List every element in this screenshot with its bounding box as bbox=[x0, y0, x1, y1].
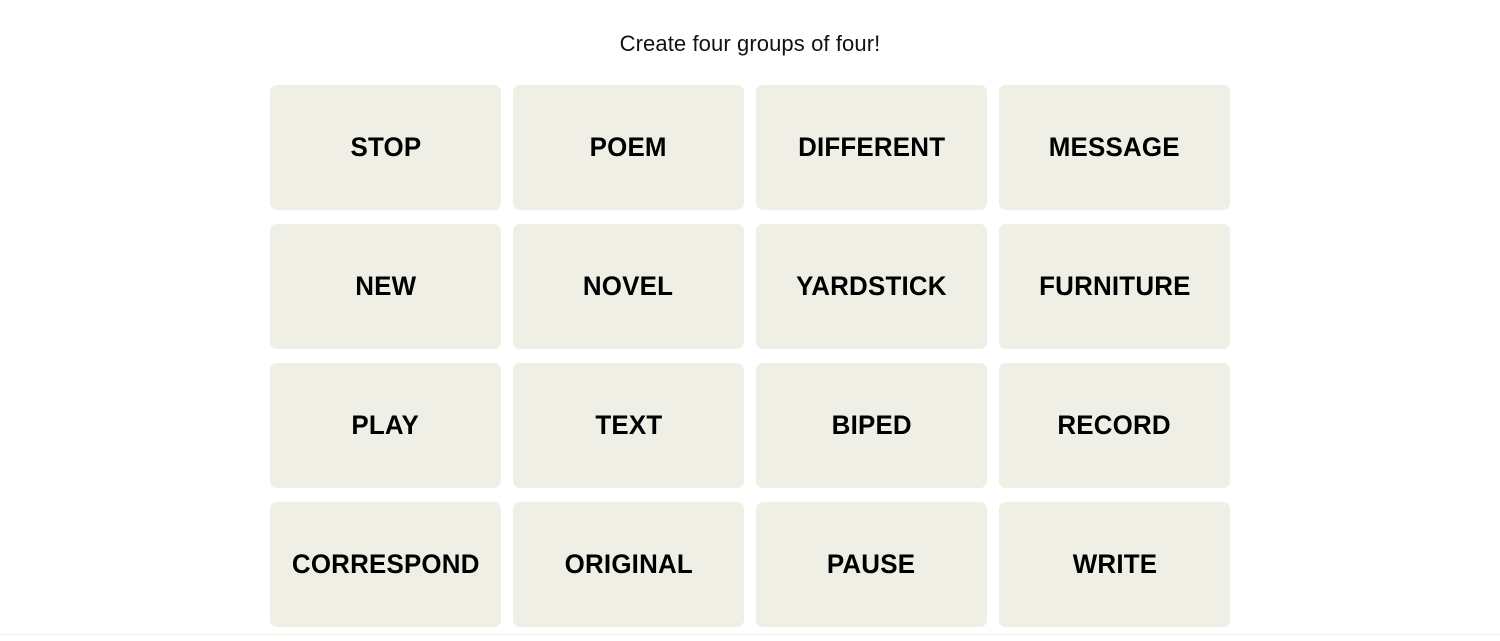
word-tile-yardstick[interactable]: YARDSTICK bbox=[756, 224, 987, 349]
word-tile-label: WRITE bbox=[1072, 549, 1157, 580]
word-tile-label: YARDSTICK bbox=[796, 271, 947, 302]
word-tile-label: CORRESPOND bbox=[291, 549, 480, 580]
word-grid: STOP POEM DIFFERENT MESSAGE NEW NOVEL YA… bbox=[269, 85, 1232, 627]
page-title: Create four groups of four! bbox=[619, 31, 881, 56]
word-tile-label: PAUSE bbox=[827, 549, 916, 580]
word-tile-label: RECORD bbox=[1057, 410, 1172, 441]
word-tile-message[interactable]: MESSAGE bbox=[999, 85, 1230, 210]
word-tile-stop[interactable]: STOP bbox=[270, 85, 501, 210]
word-tile-play[interactable]: PLAY bbox=[270, 363, 501, 488]
word-tile-text[interactable]: TEXT bbox=[513, 363, 744, 488]
word-tile-pause[interactable]: PAUSE bbox=[756, 502, 987, 627]
word-tile-different[interactable]: DIFFERENT bbox=[756, 85, 987, 210]
word-tile-label: NEW bbox=[354, 271, 417, 302]
word-tile-label: POEM bbox=[589, 132, 668, 163]
word-tile-label: NOVEL bbox=[583, 271, 674, 302]
word-tile-biped[interactable]: BIPED bbox=[756, 363, 987, 488]
word-tile-write[interactable]: WRITE bbox=[999, 502, 1230, 627]
word-tile-label: TEXT bbox=[594, 410, 663, 441]
connections-game-page: Create four groups of four! STOP POEM DI… bbox=[0, 0, 1500, 641]
word-tile-label: ORIGINAL bbox=[564, 549, 693, 580]
word-tile-label: MESSAGE bbox=[1049, 132, 1180, 163]
word-tile-original[interactable]: ORIGINAL bbox=[513, 502, 744, 627]
word-tile-poem[interactable]: POEM bbox=[513, 85, 744, 210]
word-tile-furniture[interactable]: FURNITURE bbox=[999, 224, 1230, 349]
word-tile-label: PLAY bbox=[351, 410, 420, 441]
word-tile-correspond[interactable]: CORRESPOND bbox=[270, 502, 501, 627]
word-tile-label: STOP bbox=[350, 132, 421, 163]
word-tile-record[interactable]: RECORD bbox=[999, 363, 1230, 488]
bottom-divider bbox=[0, 634, 1500, 635]
word-tile-label: DIFFERENT bbox=[797, 132, 946, 163]
word-tile-label: FURNITURE bbox=[1038, 271, 1191, 302]
word-tile-label: BIPED bbox=[831, 410, 912, 441]
word-tile-new[interactable]: NEW bbox=[270, 224, 501, 349]
word-tile-novel[interactable]: NOVEL bbox=[513, 224, 744, 349]
